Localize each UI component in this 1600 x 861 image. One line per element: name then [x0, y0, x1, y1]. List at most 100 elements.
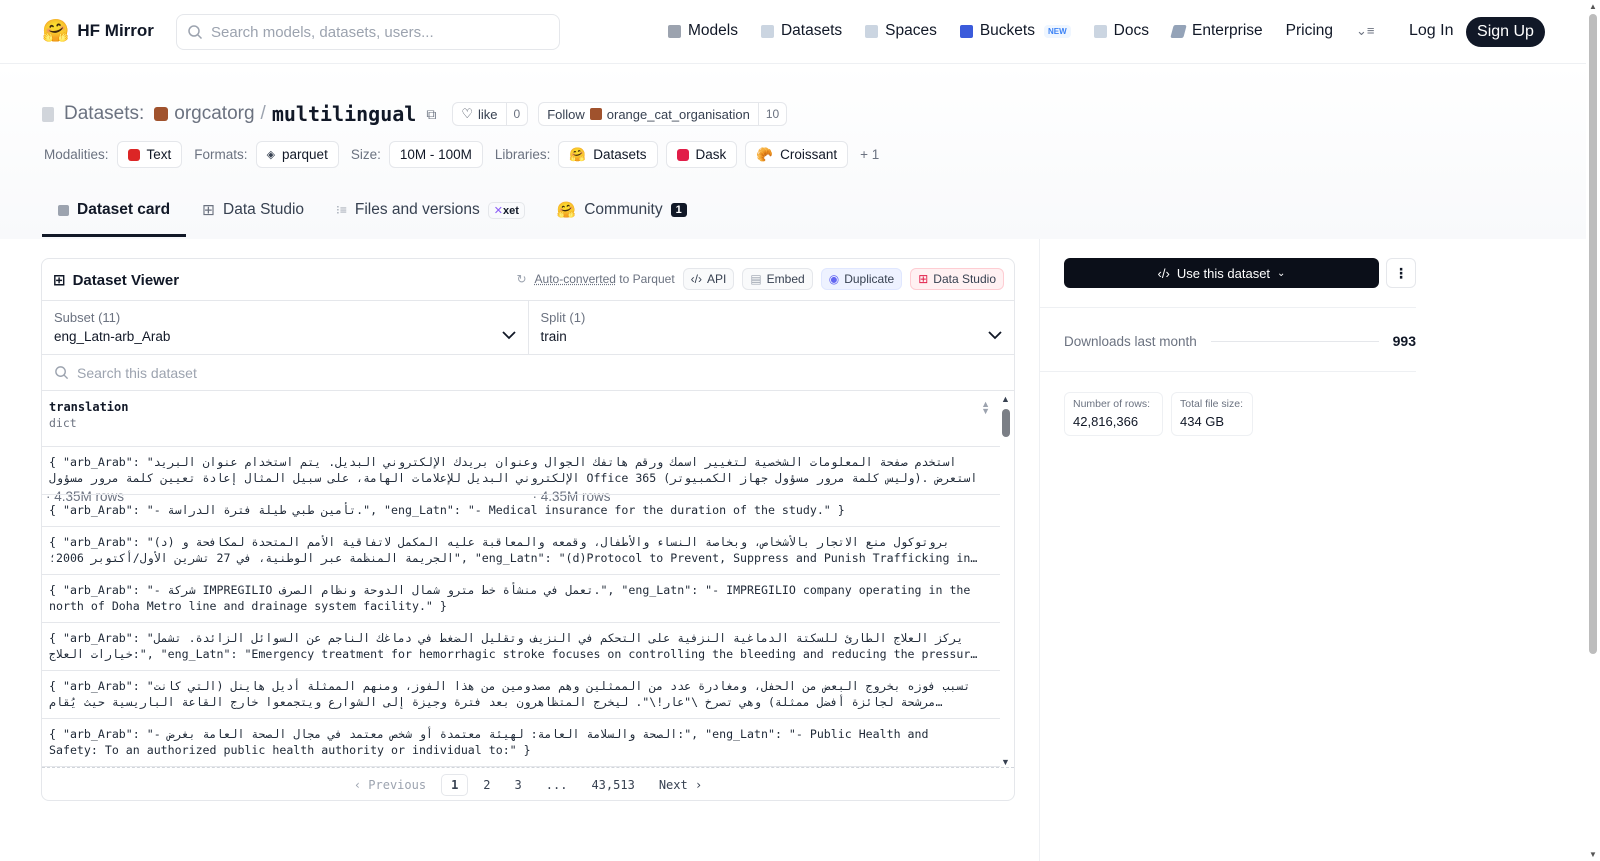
new-badge: NEW [1043, 24, 1071, 38]
tag-lib-datasets[interactable]: 🤗 Datasets [558, 141, 658, 168]
viewer-scrollbar[interactable]: ▲ ▼ [1000, 391, 1012, 767]
viewer-header: ⊞ Dataset Viewer ↻ Auto-converted to Parq… [42, 259, 1014, 301]
tab-community[interactable]: 🤗 Community 1 [541, 183, 703, 237]
scroll-down-icon[interactable]: ▼ [1589, 850, 1597, 859]
dataset-viewer: ⊞ Dataset Viewer ↻ Auto-converted to Parq… [41, 258, 1015, 801]
cell-line: Safety: To an authorized public health a… [49, 743, 531, 757]
rows-value: 42,816,366 [1073, 414, 1139, 429]
nav-models[interactable]: Models [668, 22, 738, 40]
table-row[interactable]: { "arb_Arab": "يركز العلاج الطارئ للسكتة… [42, 623, 1000, 671]
heart-icon: ♡ [461, 106, 473, 121]
page-last[interactable]: 43,513 [582, 775, 643, 795]
page-scrollbar[interactable]: ▲ ▼ [1586, 0, 1600, 861]
table-row[interactable]: { "arb_Arab": "- الصحة والسلامة العامة: … [42, 719, 1000, 767]
tag-lib-dask[interactable]: Dask [665, 141, 738, 168]
column-header: translation dict ▲ ▼ [42, 391, 1000, 447]
tag-parquet[interactable]: ◈ parquet [255, 141, 339, 168]
tab-data-studio[interactable]: ⊞ Data Studio [186, 183, 320, 237]
tab-dataset-card[interactable]: Dataset card [42, 183, 187, 237]
tag-lib-croissant[interactable]: 🥐 Croissant [745, 141, 849, 168]
nav-datasets[interactable]: Datasets [760, 22, 843, 40]
login-link[interactable]: Log In [1409, 22, 1453, 40]
files-icon: ⁝≡ [336, 203, 347, 217]
dataset-search-input[interactable] [77, 364, 677, 381]
scroll-thumb[interactable] [1002, 409, 1010, 437]
more-options-button[interactable]: ⋮ [1386, 258, 1416, 288]
nav-more[interactable]: ⌄≡ [1356, 23, 1374, 39]
page-scroll-thumb[interactable] [1589, 14, 1597, 654]
org-link[interactable]: orgcatorg [174, 103, 254, 125]
subset-select[interactable]: Subset (11) eng_Latn-arb_Arab · 4.35M ro… [42, 301, 528, 504]
tag-lib-croissant-label: Croissant [780, 147, 838, 162]
cell-line: { "arb_Arab": "- شركة IMPREGILIO تعمل في… [49, 583, 971, 597]
follow-org-avatar [589, 108, 602, 120]
cell-line: north of Doha Metro line and drainage sy… [49, 599, 447, 613]
nav-docs[interactable]: Docs [1093, 22, 1149, 40]
table-row[interactable]: { "arb_Arab": "- تأمين طبي طيلة فترة الد… [42, 495, 1000, 527]
tab-files[interactable]: ⁝≡ Files and versions ✕xet [320, 183, 541, 237]
tag-size[interactable]: 10M - 100M [388, 141, 483, 168]
next-page[interactable]: Next › [650, 775, 711, 795]
embed-button[interactable]: ▤ Embed [742, 268, 813, 290]
search-icon [188, 25, 203, 40]
next-label: Next [658, 778, 688, 792]
global-search[interactable] [176, 14, 560, 50]
nav-pricing[interactable]: Pricing [1286, 22, 1333, 40]
page-2[interactable]: 2 [474, 775, 499, 795]
nav-enterprise[interactable]: Enterprise [1170, 22, 1263, 40]
cell-line: خيارات العلاج:", "eng_Latn": "Emergency … [49, 647, 978, 661]
hugging-face-icon: 🤗 [42, 18, 70, 43]
nav-buckets[interactable]: Buckets NEW [959, 22, 1071, 40]
split-select[interactable]: Split (1) train · 4.35M rows [527, 301, 1015, 504]
table-row[interactable]: { "arb_Arab": "(د) بروتوكول منع الاتجار … [42, 527, 1000, 575]
scroll-up-icon[interactable]: ▲ [1001, 394, 1010, 404]
table-row[interactable]: { "arb_Arab": "تسبب فوزه بخروج البعض من … [42, 671, 1000, 719]
like-button[interactable]: ♡ like 0 [452, 102, 529, 126]
use-this-dataset-button[interactable]: ‹/› Use this dataset ⌄ [1064, 258, 1379, 288]
croissant-icon: 🥐 [756, 146, 774, 162]
tab-community-label: Community [584, 201, 663, 218]
more-menu-icon: ⌄≡ [1356, 23, 1375, 38]
previous-page[interactable]: ‹ Previous [345, 775, 435, 795]
nav-datasets-label: Datasets [780, 22, 843, 39]
global-search-input[interactable] [211, 23, 531, 41]
api-button[interactable]: ‹/› API [682, 268, 735, 290]
auto-converted-note[interactable]: Auto-converted to Parquet [535, 272, 675, 286]
embed-icon: ▤ [750, 272, 762, 286]
xet-label: xet [503, 204, 519, 217]
code-icon: ‹/› [690, 272, 702, 286]
data-studio-button[interactable]: ⊞ Data Studio [910, 268, 1004, 290]
scroll-down-icon[interactable]: ▼ [1001, 757, 1010, 767]
duplicate-button[interactable]: ◉ Duplicate [820, 268, 903, 290]
split-value: train [540, 329, 567, 344]
copy-icon[interactable]: ⧉ [426, 106, 436, 123]
nav-enterprise-label: Enterprise [1191, 22, 1263, 39]
chevron-down-icon [988, 327, 1002, 345]
top-navbar: 🤗 HF Mirror Models Datasets Spaces Bucke… [0, 0, 1586, 64]
cell-line: مرشحة لجائزة أفضل ممثلة) وهي تصرخ \"عار!… [49, 695, 943, 709]
tag-text[interactable]: Text [116, 141, 183, 168]
to-parquet-text: to Parquet [619, 272, 675, 286]
page-3[interactable]: 3 [506, 775, 531, 795]
tab-dataset-card-label: Dataset card [77, 201, 171, 218]
path-separator: / [260, 103, 266, 124]
table-row[interactable]: { "arb_Arab": "استخدم صفحة المعلومات الش… [42, 447, 1000, 495]
signup-button[interactable]: Sign Up [1466, 17, 1545, 47]
follow-button[interactable]: Follow orange_cat_organisation 10 [538, 102, 788, 126]
downloads-value: 993 [1392, 333, 1416, 349]
dataset-search[interactable] [42, 355, 1014, 391]
table-row[interactable]: { "arb_Arab": "- شركة IMPREGILIO تعمل في… [42, 575, 1000, 623]
chevron-down-icon: ⌄ [1277, 267, 1286, 279]
brand-logo[interactable]: 🤗 HF Mirror [42, 18, 154, 44]
scroll-up-icon[interactable]: ▲ [1589, 2, 1597, 11]
downloads-label: Downloads last month [1064, 333, 1197, 349]
more-libraries[interactable]: + 1 [860, 147, 879, 162]
enterprise-icon [1170, 24, 1187, 38]
auto-converted-link[interactable]: Auto-converted [535, 272, 616, 286]
sort-icon[interactable]: ▲ ▼ [981, 400, 990, 416]
nav-spaces[interactable]: Spaces [865, 22, 937, 40]
divider [1040, 371, 1416, 372]
data-studio-icon: ⊞ [918, 272, 929, 286]
page-1[interactable]: 1 [441, 774, 469, 796]
dataset-name[interactable]: multilingual [272, 102, 417, 126]
